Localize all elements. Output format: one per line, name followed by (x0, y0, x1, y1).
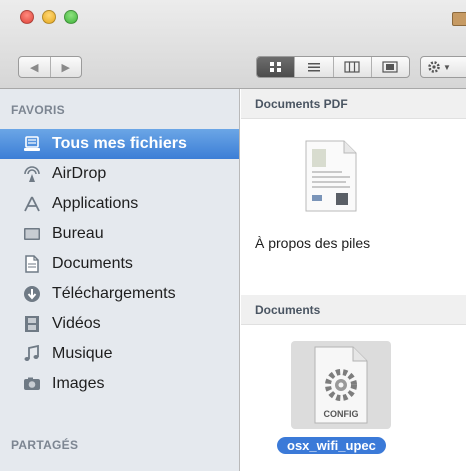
sidebar-section-shared: PARTAGÉS (11, 438, 79, 452)
pdf-document-icon (305, 140, 357, 212)
sidebar-item-label: Documents (52, 255, 133, 272)
icon-view-icon (269, 62, 281, 72)
list-view-button[interactable] (294, 57, 332, 77)
sidebar-item-label: AirDrop (52, 165, 107, 182)
zoom-window-button[interactable] (64, 10, 78, 24)
column-view-button[interactable] (332, 57, 371, 77)
file-type-badge: CONFIG (323, 409, 359, 419)
file-name-label-selected[interactable]: osx_wifi_upec (277, 437, 386, 454)
column-view-icon (344, 61, 360, 73)
music-icon (22, 344, 42, 364)
sidebar-item-downloads[interactable]: Téléchargements (0, 279, 239, 309)
sidebar-item-documents[interactable]: Documents (0, 249, 239, 279)
documents-icon (22, 254, 42, 274)
desktop-icon (22, 224, 42, 244)
back-forward-control: ◀ ▶ (18, 56, 82, 78)
file-name-label: À propos des piles (255, 235, 371, 251)
forward-button[interactable]: ▶ (49, 57, 82, 77)
sidebar-item-airdrop[interactable]: AirDrop (0, 159, 239, 189)
group-header-pdf: Documents PDF (241, 89, 466, 119)
downloads-icon (22, 284, 42, 304)
sidebar-item-label: Vidéos (52, 315, 101, 332)
sidebar: FAVORIS Tous mes fichiers AirDrop Applic… (0, 89, 240, 471)
gear-icon (428, 61, 440, 73)
folder-proxy-icon (452, 12, 466, 26)
minimize-window-button[interactable] (42, 10, 56, 24)
sidebar-item-label: Musique (52, 345, 113, 362)
cover-flow-icon (382, 61, 398, 73)
sidebar-item-desktop[interactable]: Bureau (0, 219, 239, 249)
list-view-icon (307, 63, 320, 72)
close-window-button[interactable] (20, 10, 34, 24)
sidebar-item-pictures[interactable]: Images (0, 369, 239, 399)
window-toolbar: ◀ ▶ ▼ (0, 0, 466, 89)
back-button[interactable]: ◀ (19, 57, 50, 77)
sidebar-item-applications[interactable]: Applications (0, 189, 239, 219)
file-item-config[interactable]: CONFIG (291, 341, 391, 429)
icon-view-button[interactable] (257, 57, 295, 77)
sidebar-item-movies[interactable]: Vidéos (0, 309, 239, 339)
sidebar-section-favorites: FAVORIS (11, 103, 65, 117)
pictures-icon (22, 374, 42, 394)
file-item-pdf[interactable] (296, 139, 366, 239)
all-files-icon (22, 134, 42, 154)
action-menu-button[interactable]: ▼ (420, 56, 466, 78)
applications-icon (22, 194, 42, 214)
file-browser-content: Documents PDF À propos des piles Documen… (241, 89, 466, 471)
chevron-down-icon: ▼ (443, 62, 451, 72)
airdrop-icon (22, 164, 42, 184)
sidebar-item-label: Tous mes fichiers (52, 135, 187, 152)
sidebar-item-label: Téléchargements (52, 285, 176, 302)
sidebar-item-all-files[interactable]: Tous mes fichiers (0, 129, 239, 159)
sidebar-item-label: Images (52, 375, 105, 392)
sidebar-item-label: Bureau (52, 225, 104, 242)
sidebar-item-music[interactable]: Musique (0, 339, 239, 369)
sidebar-item-label: Applications (52, 195, 139, 212)
movies-icon (22, 314, 42, 334)
group-header-documents: Documents (241, 295, 466, 325)
cover-flow-button[interactable] (370, 57, 409, 77)
view-mode-control (256, 56, 410, 78)
